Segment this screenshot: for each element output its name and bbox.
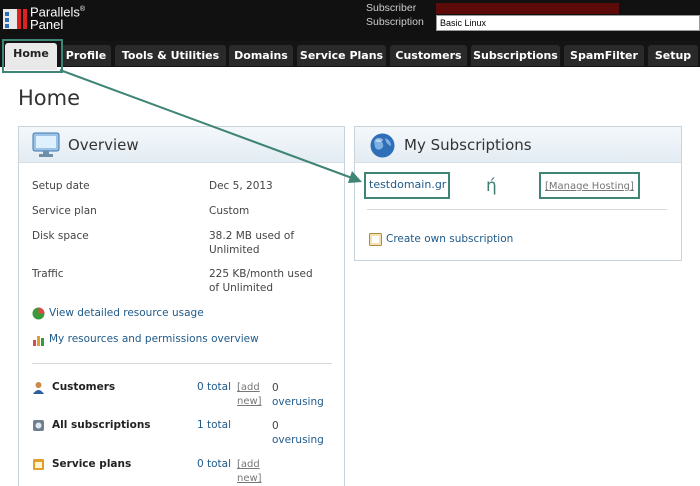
domain-link[interactable]: testdomain.gr — [369, 178, 446, 191]
monitor-icon — [32, 132, 60, 157]
home-tab-highlight — [2, 39, 63, 73]
top-bar: Parallels® Panel Subscriber Subscription… — [0, 0, 700, 41]
customers-label: Customers — [52, 381, 116, 393]
overview-panel: Overview Setup date Dec 5, 2013 Service … — [18, 126, 345, 486]
setup-date-label: Setup date — [32, 180, 90, 192]
tab-customers[interactable]: Customers — [390, 45, 467, 66]
domain-highlight: testdomain.gr — [364, 172, 450, 199]
tab-profile[interactable]: Profile — [61, 45, 111, 66]
tab-subscriptions[interactable]: Subscriptions — [471, 45, 560, 66]
subscription-select[interactable]: Basic Linux — [436, 15, 700, 31]
subscription-label: Subscription — [366, 16, 424, 28]
subscriptions-icon — [33, 420, 44, 431]
manage-hosting-link[interactable]: [Manage Hosting] — [545, 181, 634, 192]
tab-spamfilter[interactable]: SpamFilter — [564, 45, 644, 66]
setup-date-value: Dec 5, 2013 — [209, 180, 273, 192]
add-customer-link[interactable]: [add new] — [237, 381, 262, 409]
tab-setup[interactable]: Setup — [648, 45, 698, 66]
manage-hosting-highlight: [Manage Hosting] — [539, 172, 640, 199]
my-subscriptions-header: My Subscriptions — [355, 127, 681, 163]
service-plans-icon — [33, 459, 44, 470]
subscriptions-total-link[interactable]: 1 total — [197, 419, 231, 431]
overview-header: Overview — [19, 127, 344, 163]
service-plans-total-link[interactable]: 0 total — [197, 458, 231, 470]
globe-icon — [370, 133, 395, 158]
all-subscriptions-label: All subscriptions — [52, 419, 151, 431]
subscriber-label: Subscriber — [366, 2, 417, 14]
add-service-plan-link[interactable]: [add new] — [237, 458, 262, 486]
my-subscriptions-title: My Subscriptions — [404, 136, 532, 154]
overview-separator — [32, 363, 332, 364]
disk-space-value: 38.2 MB used of Unlimited — [209, 230, 295, 256]
traffic-label: Traffic — [32, 268, 64, 280]
resource-usage-icon — [32, 307, 45, 320]
or-annotation: ή — [486, 176, 497, 196]
service-plan-label: Service plan — [32, 205, 97, 217]
tab-service-plans[interactable]: Service Plans — [297, 45, 386, 66]
parallels-logo-icon — [3, 9, 27, 29]
view-resource-usage-link[interactable]: View detailed resource usage — [49, 307, 204, 319]
bar-chart-icon — [33, 336, 44, 346]
create-subscription-icon — [369, 233, 382, 246]
customers-total-link[interactable]: 0 total — [197, 381, 231, 393]
traffic-value: 225 KB/month used of Unlimited — [209, 268, 313, 294]
create-subscription-link[interactable]: Create own subscription — [369, 233, 513, 246]
overview-title: Overview — [68, 136, 139, 154]
subscriptions-separator — [367, 209, 667, 210]
service-plan-value: Custom — [209, 205, 250, 217]
resources-permissions-link[interactable]: My resources and permissions overview — [49, 333, 259, 345]
subscriber-name-field[interactable] — [436, 3, 619, 14]
disk-space-label: Disk space — [32, 230, 89, 242]
customers-overusing-link[interactable]: 0 overusing — [272, 381, 324, 409]
service-plans-label: Service plans — [52, 458, 132, 470]
customers-icon — [33, 382, 44, 394]
page-title: Home — [18, 86, 81, 110]
subscriptions-overusing-link[interactable]: 0 overusing — [272, 419, 324, 447]
tab-domains[interactable]: Domains — [229, 45, 293, 66]
logo-text: Parallels® Panel — [30, 4, 86, 33]
tab-tools-utilities[interactable]: Tools & Utilities — [115, 45, 226, 66]
